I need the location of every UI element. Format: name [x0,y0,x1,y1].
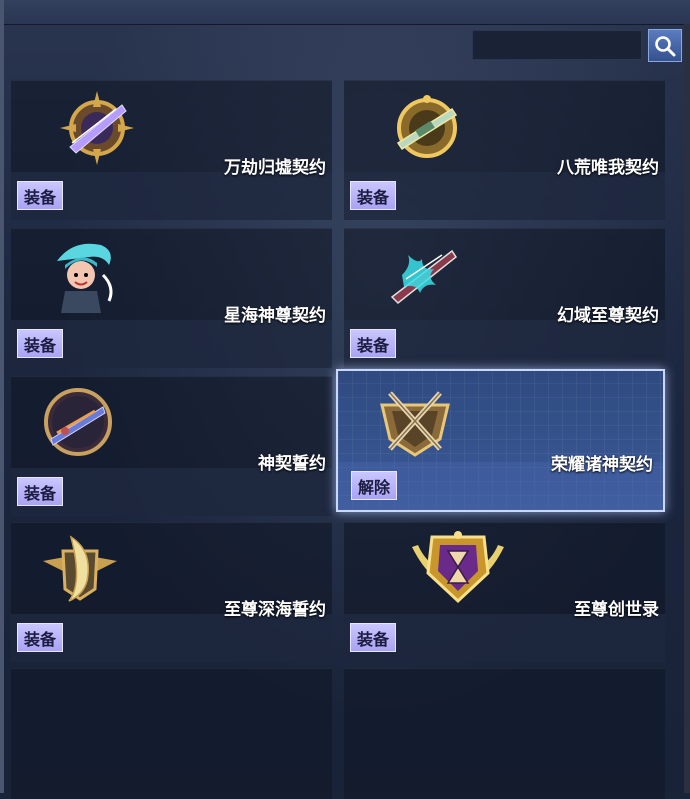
item-name: 八荒唯我契约 [557,158,659,178]
equip-button[interactable]: 装备 [350,623,396,652]
equip-button[interactable]: 装备 [350,329,396,358]
equip-button[interactable]: 装备 [17,623,63,652]
item-card[interactable]: 至尊创世录 装备 [344,522,665,662]
item-card[interactable]: 八荒唯我契约 装备 [344,80,665,220]
empty-slot [344,668,665,799]
search-button[interactable] [648,29,682,62]
item-name: 至尊创世录 [574,600,659,620]
hourglass-laurel-badge-icon [412,531,504,604]
golden-wing-shield-icon [43,535,117,602]
item-name: 荣耀诸神契约 [551,455,653,475]
teal-hair-character-icon [57,243,113,313]
equip-button[interactable]: 装备 [17,329,63,358]
panel-left-border [0,0,4,793]
circular-weapon-badge-icon [44,388,112,456]
panel-scrollbar[interactable] [684,24,690,793]
item-name: 星海神尊契约 [224,306,326,326]
golden-rifle-emblem-icon [396,95,458,158]
crossed-swords-shield-icon [380,391,450,457]
equip-button[interactable]: 装备 [17,181,63,210]
empty-slot [11,668,332,799]
item-card-selected[interactable]: 荣耀诸神契约 解除 [336,369,665,512]
cyan-dragon-blade-icon [390,249,458,305]
item-name: 万劫归墟契约 [224,158,326,178]
item-name: 神契誓约 [258,454,326,474]
item-card[interactable]: 幻域至尊契约 装备 [344,228,665,368]
search-input[interactable] [472,30,642,60]
item-card[interactable]: 万劫归墟契约 装备 [11,80,332,220]
item-card[interactable]: 神契誓约 装备 [11,376,332,516]
equip-button[interactable]: 装备 [17,477,63,506]
item-card[interactable]: 星海神尊契约 装备 [11,228,332,368]
purple-sword-emblem-icon [60,91,134,165]
panel-top-bar [0,0,690,25]
inventory-panel: 万劫归墟契约 装备 八荒唯我契约 装备 星海神尊契约 装备 幻域至尊契约 装备 … [0,0,690,799]
item-name: 至尊深海誓约 [224,600,326,620]
item-grid: 万劫归墟契约 装备 八荒唯我契约 装备 星海神尊契约 装备 幻域至尊契约 装备 … [11,80,671,799]
search-icon [655,35,676,56]
unequip-button[interactable]: 解除 [351,471,397,500]
item-card[interactable]: 至尊深海誓约 装备 [11,522,332,662]
equip-button[interactable]: 装备 [350,181,396,210]
item-name: 幻域至尊契约 [557,306,659,326]
